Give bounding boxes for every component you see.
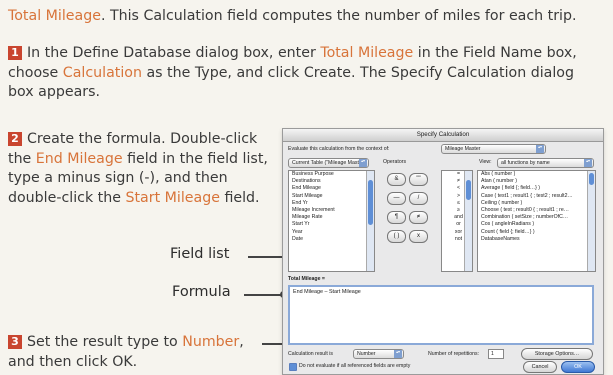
context-label: Evaluate this calculation from the conte… xyxy=(288,146,390,152)
dont-evaluate-label: Do not evaluate if all referenced fields… xyxy=(299,363,411,369)
step-2-text-c: field. xyxy=(219,189,260,206)
context-popup[interactable]: Mileage Master xyxy=(441,144,546,154)
callout-field-list: Field list xyxy=(170,246,230,262)
function-list-item[interactable]: Abs ( number ) xyxy=(478,171,595,178)
cancel-button[interactable]: Cancel xyxy=(523,361,557,373)
field-list-item[interactable]: Mileage Rate xyxy=(289,214,374,221)
function-list-item[interactable]: Ceiling ( number ) xyxy=(478,200,595,207)
operator-button[interactable]: ≠ xyxy=(409,211,428,224)
operator-button[interactable]: ( ) xyxy=(387,230,406,243)
function-list-item[interactable]: Combination ( setSize ; numberOfC… xyxy=(478,214,595,221)
field-list-item[interactable]: Destinations xyxy=(289,178,374,185)
step-3-text-a: Set the result type to xyxy=(27,334,183,350)
function-list-item[interactable]: Count ( field {; field…} ) xyxy=(478,229,595,236)
repetitions-input[interactable]: 1 xyxy=(488,349,504,359)
operator-button[interactable]: / xyxy=(409,192,428,205)
specify-calculation-dialog: Specify Calculation Evaluate this calcul… xyxy=(282,128,604,375)
view-popup[interactable]: all functions by name xyxy=(497,158,594,168)
formula-text: End Mileage – Start Mileage xyxy=(293,289,361,295)
view-label: View: xyxy=(479,159,492,165)
field-list-item[interactable]: End Mileage xyxy=(289,185,374,192)
function-list-item[interactable]: DatabaseNames xyxy=(478,236,595,243)
function-list-scroll-thumb[interactable] xyxy=(589,173,594,185)
field-list-item[interactable]: Date xyxy=(289,236,374,243)
step-1-paragraph: 1 In the Define Database dialog box, ente… xyxy=(8,44,604,103)
step-2-accent-start-mileage: Start Mileage xyxy=(125,189,220,206)
field-list[interactable]: Business Purpose Destinations End Mileage S… xyxy=(288,170,375,272)
step-1-text-a: In the Define Database dialog box, enter xyxy=(27,45,321,61)
callout-formula: Formula xyxy=(172,284,231,300)
result-label: Calculation result is xyxy=(288,351,333,357)
table-popup[interactable]: Current Table ("Mileage Mast… xyxy=(288,158,369,168)
storage-options-button[interactable]: Storage Options… xyxy=(521,348,593,360)
ok-button[interactable]: OK xyxy=(561,361,595,373)
step-1-badge: 1 xyxy=(8,46,22,60)
result-type-popup[interactable]: Number xyxy=(353,349,404,359)
operator-list-scroll-thumb[interactable] xyxy=(466,180,471,200)
operator-list[interactable]: = ≠ < > ≤ ≥ and or xor not xyxy=(441,170,473,272)
intro-paragraph: Total Mileage. This Calculation field co… xyxy=(8,7,608,27)
intro-term: Total Mileage xyxy=(8,8,101,24)
dialog-title: Specify Calculation xyxy=(283,129,603,142)
repetitions-label: Number of repetitions: xyxy=(428,351,480,357)
function-list-item[interactable]: Atan ( number ) xyxy=(478,178,595,185)
field-list-scroll-thumb[interactable] xyxy=(368,180,373,225)
leader-formula xyxy=(244,291,287,298)
leader-field-list xyxy=(248,253,289,260)
step-2-paragraph: 2 Create the formula. Double-click the En… xyxy=(8,130,270,208)
function-list-scrollbar[interactable] xyxy=(587,171,595,271)
repetitions-value: 1 xyxy=(491,351,494,357)
field-list-scrollbar[interactable] xyxy=(366,171,374,271)
formula-field-label: Total Mileage = xyxy=(288,276,325,282)
function-list-item[interactable]: Cos ( angleInRadians ) xyxy=(478,221,595,228)
step-1-accent-calculation: Calculation xyxy=(62,64,142,81)
step-2-accent-end-mileage: End Mileage xyxy=(35,150,123,167)
step-3-paragraph: 3 Set the result type to Number, and then… xyxy=(8,333,270,372)
operator-button[interactable]: "" xyxy=(409,173,428,186)
function-list-item[interactable]: Choose ( test ; result0 { ; result1 ; re… xyxy=(478,207,595,214)
step-3-badge: 3 xyxy=(8,335,22,349)
function-list-item[interactable]: Case ( test1 ; result1 { ; test2 ; resul… xyxy=(478,193,595,200)
field-list-item[interactable]: Start Mileage xyxy=(289,193,374,200)
operators-label: Operators xyxy=(383,159,407,165)
function-list[interactable]: Abs ( number ) Atan ( number ) Average ( f… xyxy=(477,170,596,272)
operator-button[interactable]: — xyxy=(387,192,406,205)
field-list-item[interactable]: Start Yr xyxy=(289,221,374,228)
formula-textarea[interactable]: End Mileage – Start Mileage xyxy=(288,285,594,345)
operator-list-scrollbar[interactable] xyxy=(464,171,472,271)
field-list-item[interactable]: Year xyxy=(289,229,374,236)
function-list-item[interactable]: Average ( field {; field…} ) xyxy=(478,185,595,192)
field-list-item[interactable]: Mileage Increment xyxy=(289,207,374,214)
field-list-item[interactable]: Business Purpose xyxy=(289,171,374,178)
operator-button[interactable]: ¶ xyxy=(387,211,406,224)
field-list-item[interactable]: End Yr xyxy=(289,200,374,207)
dont-evaluate-checkbox[interactable] xyxy=(289,363,297,371)
operator-button[interactable]: & xyxy=(387,173,406,186)
step-3-accent-number: Number xyxy=(182,334,240,350)
operator-button[interactable]: x xyxy=(409,230,428,243)
step-2-badge: 2 xyxy=(8,132,22,146)
step-1-accent-total-mileage: Total Mileage xyxy=(320,45,414,61)
intro-text: . This Calculation field computes the nu… xyxy=(100,8,577,24)
